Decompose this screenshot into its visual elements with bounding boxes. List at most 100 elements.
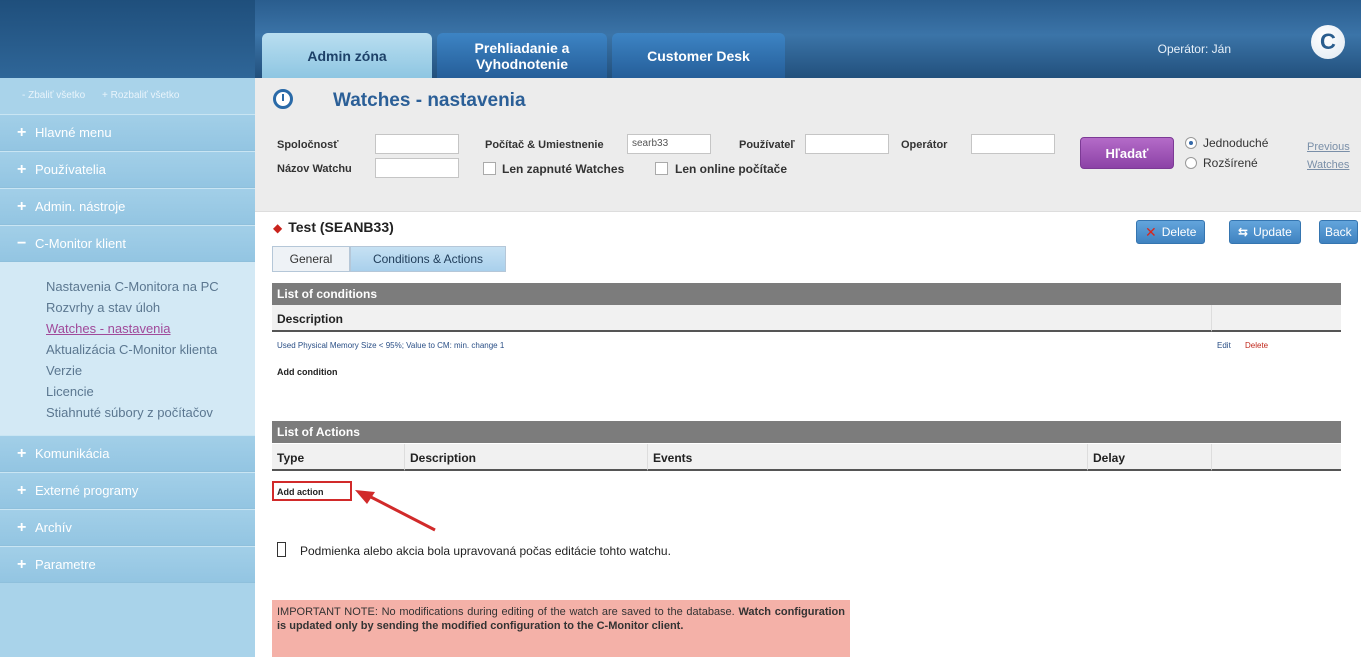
plus-icon: + bbox=[17, 160, 27, 178]
sidebar-item-label: Komunikácia bbox=[35, 446, 110, 461]
sidebar-item-label: Externé programy bbox=[35, 483, 139, 498]
top-header-bar: Admin zóna Prehliadanie a Vyhodnotenie C… bbox=[0, 0, 1361, 78]
sidebar-item-komunikacia[interactable]: + Komunikácia bbox=[0, 435, 255, 472]
sidebar-item-c-monitor-klient[interactable]: − C-Monitor klient bbox=[0, 225, 255, 262]
mode-advanced-radio[interactable] bbox=[1185, 157, 1197, 169]
c-monitor-logo-icon[interactable]: C bbox=[1311, 25, 1345, 59]
sidebar-item-label: Parametre bbox=[35, 557, 96, 572]
search-button[interactable]: Hľadať bbox=[1080, 137, 1174, 169]
previous-watches-link[interactable]: Previous Watches bbox=[1307, 138, 1350, 174]
sidebar-item-label: C-Monitor klient bbox=[35, 236, 127, 251]
only-enabled-label: Len zapnuté Watches bbox=[502, 162, 625, 176]
page-title: Watches - nastavenia bbox=[333, 90, 526, 111]
filter-panel: Spoločnosť Počítač & Umiestnenie searb33… bbox=[255, 122, 1361, 212]
main-content: Watches - nastavenia Spoločnosť Počítač … bbox=[255, 78, 1361, 657]
tab-prehliadanie[interactable]: Prehliadanie a Vyhodnotenie bbox=[437, 33, 607, 78]
condition-delete-link[interactable]: Delete bbox=[1245, 341, 1268, 350]
sidebar-item-parametre[interactable]: + Parametre bbox=[0, 546, 255, 583]
plus-icon: + bbox=[17, 518, 27, 536]
plus-icon: + bbox=[17, 197, 27, 215]
company-label: Spoločnosť bbox=[277, 139, 339, 151]
operator-filter-label: Operátor bbox=[901, 139, 948, 151]
sidebar-item-externe-programy[interactable]: + Externé programy bbox=[0, 472, 255, 509]
tab-general[interactable]: General bbox=[272, 246, 350, 272]
condition-edit-link[interactable]: Edit bbox=[1217, 341, 1231, 350]
sidebar-item-label: Používatelia bbox=[35, 162, 106, 177]
submenu-item-aktualizacia[interactable]: Aktualizácia C-Monitor klienta bbox=[46, 339, 255, 360]
sidebar-item-label: Hlavné menu bbox=[35, 125, 112, 140]
mode-simple-radio[interactable] bbox=[1185, 137, 1197, 149]
condition-row-description: Used Physical Memory Size < 95%; Value t… bbox=[277, 341, 505, 350]
only-online-label: Len online počítače bbox=[675, 162, 788, 176]
watch-name-input[interactable] bbox=[375, 158, 459, 178]
important-note-text: IMPORTANT NOTE: No modifications during … bbox=[277, 606, 735, 618]
update-button-label: Update bbox=[1253, 225, 1292, 239]
company-input[interactable] bbox=[375, 134, 459, 154]
previous-link-line2: Watches bbox=[1307, 159, 1350, 171]
tab-conditions-actions[interactable]: Conditions & Actions bbox=[350, 246, 506, 272]
sidebar-item-archiv[interactable]: + Archív bbox=[0, 509, 255, 546]
diamond-icon: ◆ bbox=[273, 221, 283, 235]
minus-icon: − bbox=[17, 234, 27, 252]
record-title-text: Test (SEANB33) bbox=[288, 219, 394, 235]
only-enabled-checkbox[interactable] bbox=[483, 162, 496, 175]
submenu-item-watches[interactable]: Watches - nastavenia bbox=[46, 318, 255, 339]
back-button-label: Back bbox=[1325, 225, 1352, 239]
sidebar-item-pouzivatelia[interactable]: + Používatelia bbox=[0, 151, 255, 188]
plus-icon: + bbox=[17, 123, 27, 141]
update-arrows-icon: ⇆ bbox=[1238, 225, 1249, 239]
modified-legend-square-icon bbox=[277, 542, 286, 557]
previous-link-line1: Previous bbox=[1307, 141, 1350, 153]
operator-input[interactable] bbox=[971, 134, 1055, 154]
conditions-col-description: Description bbox=[272, 305, 1212, 332]
computer-label: Počítač & Umiestnenie bbox=[485, 139, 604, 151]
computer-input[interactable]: searb33 bbox=[627, 134, 711, 154]
delete-x-icon: ✕ bbox=[1145, 223, 1157, 240]
actions-col-delay: Delay bbox=[1088, 444, 1212, 471]
submenu-item-rozvrhy[interactable]: Rozvrhy a stav úloh bbox=[46, 297, 255, 318]
page-title-bar: Watches - nastavenia bbox=[255, 78, 1361, 122]
actions-col-description: Description bbox=[405, 444, 648, 471]
expand-all-link[interactable]: + Rozbaliť všetko bbox=[102, 90, 179, 101]
annotation-arrow-icon bbox=[355, 490, 436, 532]
tab-customer-desk[interactable]: Customer Desk bbox=[612, 33, 785, 78]
delete-button-label: Delete bbox=[1161, 225, 1197, 239]
sidebar-item-hlavne-menu[interactable]: + Hlavné menu bbox=[0, 114, 255, 151]
plus-icon: + bbox=[17, 444, 27, 462]
record-title: ◆ Test (SEANB33) bbox=[273, 219, 394, 235]
actions-col-type: Type bbox=[272, 444, 405, 471]
mode-advanced-label: Rozšírené bbox=[1203, 156, 1258, 170]
only-online-checkbox[interactable] bbox=[655, 162, 668, 175]
submenu-item-stiahnute-subory[interactable]: Stiahnuté súbory z počítačov bbox=[46, 402, 255, 423]
user-input[interactable] bbox=[805, 134, 889, 154]
important-note: IMPORTANT NOTE: No modifications during … bbox=[272, 600, 850, 657]
sidebar-collapse-bar: - Zbaliť všetko + Rozbaliť všetko bbox=[0, 78, 255, 114]
operator-label: Operátor: Ján bbox=[1157, 42, 1231, 56]
submenu-item-nastavenia[interactable]: Nastavenia C-Monitora na PC bbox=[46, 276, 255, 297]
sidebar-item-label: Archív bbox=[35, 520, 72, 535]
plus-icon: + bbox=[17, 481, 27, 499]
conditions-col-actions bbox=[1212, 305, 1341, 332]
actions-col-controls bbox=[1212, 444, 1341, 471]
sidebar: - Zbaliť všetko + Rozbaliť všetko + Hlav… bbox=[0, 78, 255, 657]
sidebar-submenu-c-monitor: Nastavenia C-Monitora na PC Rozvrhy a st… bbox=[0, 262, 255, 435]
plus-icon: + bbox=[17, 555, 27, 573]
delete-button[interactable]: ✕ Delete bbox=[1136, 220, 1206, 244]
user-label: Používateľ bbox=[739, 139, 795, 151]
add-condition-link[interactable]: Add condition bbox=[277, 367, 338, 377]
sidebar-item-label: Admin. nástroje bbox=[35, 199, 126, 214]
watch-name-label: Názov Watchu bbox=[277, 163, 352, 175]
annotation-highlight-box bbox=[272, 481, 352, 501]
tab-admin-zone[interactable]: Admin zóna bbox=[262, 33, 432, 78]
sidebar-item-admin-nastroje[interactable]: + Admin. nástroje bbox=[0, 188, 255, 225]
back-button[interactable]: Back bbox=[1319, 220, 1358, 244]
clock-icon bbox=[273, 89, 293, 109]
submenu-item-licencie[interactable]: Licencie bbox=[46, 381, 255, 402]
actions-section-header: List of Actions bbox=[272, 421, 1341, 443]
collapse-all-link[interactable]: - Zbaliť všetko bbox=[22, 90, 85, 101]
submenu-item-verzie[interactable]: Verzie bbox=[46, 360, 255, 381]
mode-simple-label: Jednoduché bbox=[1203, 136, 1269, 150]
update-button[interactable]: ⇆ Update bbox=[1229, 220, 1301, 244]
actions-col-events: Events bbox=[648, 444, 1088, 471]
conditions-section-header: List of conditions bbox=[272, 283, 1341, 305]
